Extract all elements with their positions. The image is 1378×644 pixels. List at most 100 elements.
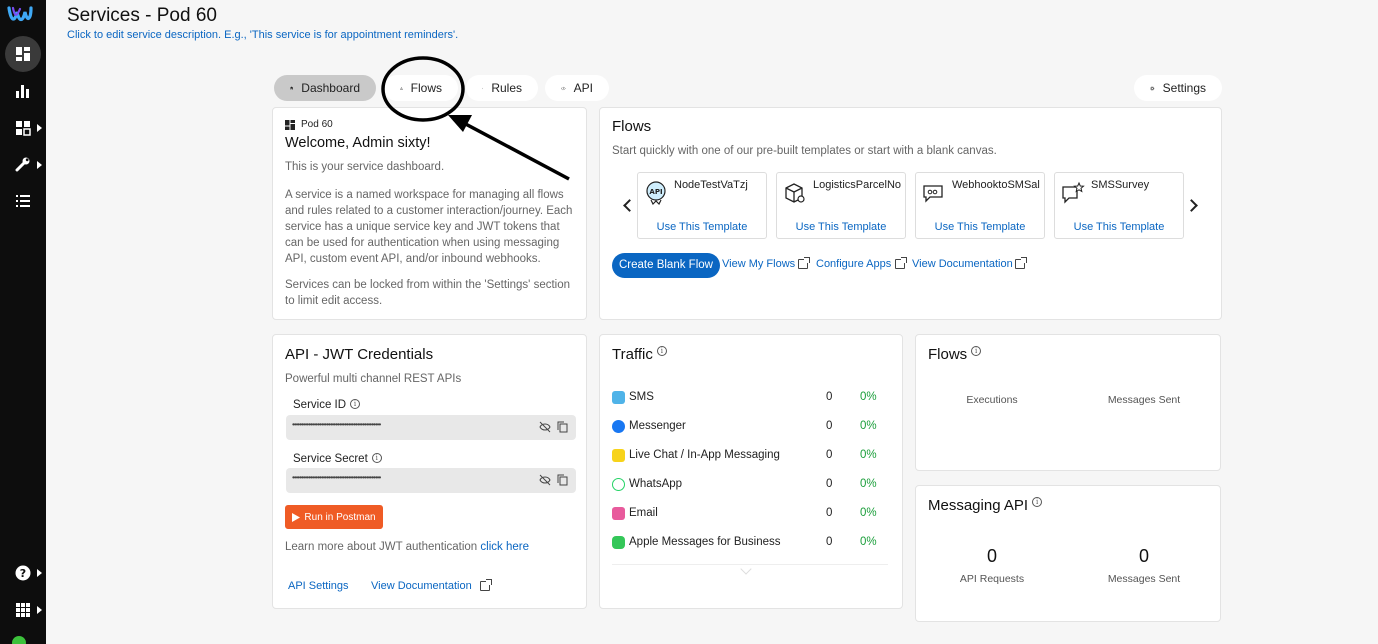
click-here-link[interactable]: click here — [480, 541, 529, 553]
shuffle-icon — [482, 87, 484, 89]
use-template-link[interactable]: Use This Template — [777, 221, 905, 233]
welcome-paragraph-2: Services can be locked from within the '… — [285, 279, 571, 307]
tab-dashboard[interactable]: Dashboard — [274, 75, 376, 101]
messenger-icon — [612, 420, 625, 433]
rail-dashboard-item[interactable] — [0, 36, 46, 72]
tab-flows[interactable]: Flows — [384, 75, 458, 101]
traffic-channel-label: Messenger — [629, 420, 686, 432]
tab-dashboard-label: Dashboard — [301, 81, 360, 95]
sms-icon — [612, 391, 625, 404]
settings-button[interactable]: Settings — [1134, 75, 1222, 101]
info-icon[interactable]: i — [971, 346, 982, 356]
flows-messages-sent-label: Messages Sent — [1107, 394, 1181, 406]
rail-analytics-item[interactable] — [0, 74, 46, 108]
copy-icon[interactable] — [557, 474, 568, 486]
template-name: WebhooktoSMSal — [952, 179, 1040, 191]
rail-tools-expand-icon[interactable] — [37, 161, 42, 169]
configure-apps-link[interactable]: Configure Apps — [816, 258, 891, 270]
welcome-card: Pod 60 Welcome, Admin sixty! This is you… — [272, 107, 587, 320]
flows-card-heading: Flows — [612, 118, 652, 135]
svg-text:?: ? — [20, 567, 26, 580]
traffic-channel-label: Apple Messages for Business — [629, 536, 781, 548]
traffic-row: Live Chat / In-App Messaging 0 0% — [612, 448, 882, 466]
dashboard-icon — [16, 47, 30, 61]
tab-rules-label: Rules — [491, 81, 522, 95]
webex-logo-icon[interactable] — [7, 4, 33, 24]
help-icon: ? — [15, 565, 31, 581]
rail-apps-expand-icon[interactable] — [37, 124, 42, 132]
service-secret-field[interactable]: ••••••••••••••••••••••••••••••••••••••••… — [286, 468, 576, 493]
presence-status-icon — [12, 636, 26, 644]
apps-icon — [16, 121, 31, 136]
copy-icon[interactable] — [557, 421, 568, 433]
traffic-row: Apple Messages for Business 0 0% — [612, 535, 882, 553]
flows-card-description: Start quickly with one of our pre-built … — [612, 145, 997, 157]
info-icon[interactable]: i — [656, 346, 667, 356]
traffic-percent: 0% — [860, 420, 877, 432]
jwt-view-documentation-link[interactable]: View Documentation — [371, 580, 472, 592]
traffic-count: 0 — [826, 420, 833, 432]
parcel-icon — [785, 183, 805, 203]
traffic-expand-icon[interactable] — [740, 563, 752, 575]
jwt-credentials-card: API - JWT Credentials Powerful multi cha… — [272, 334, 587, 609]
traffic-heading: Traffic i — [612, 346, 667, 363]
template-tile[interactable]: WebhooktoSMSal Use This Template — [915, 172, 1045, 239]
rail-grid-expand-icon[interactable] — [37, 606, 42, 614]
create-blank-flow-button[interactable]: Create Blank Flow — [612, 253, 720, 278]
grid-icon — [16, 603, 30, 617]
traffic-percent: 0% — [860, 478, 877, 490]
service-id-field[interactable]: ••••••••••••••••••••••••••••••••••••••••… — [286, 415, 576, 440]
tab-rules[interactable]: Rules — [466, 75, 538, 101]
use-template-link[interactable]: Use This Template — [1055, 221, 1183, 233]
api-settings-link[interactable]: API Settings — [288, 580, 349, 592]
page-title[interactable]: Services - Pod 60 — [67, 5, 217, 27]
traffic-count: 0 — [826, 507, 833, 519]
welcome-intro: This is your service dashboard. — [285, 161, 445, 173]
info-icon[interactable]: i — [350, 399, 361, 409]
external-link-icon — [1015, 257, 1027, 269]
run-in-postman-button[interactable]: Run in Postman — [285, 505, 383, 529]
traffic-row: Messenger 0 0% — [612, 419, 882, 437]
view-documentation-link[interactable]: View Documentation — [912, 258, 1013, 270]
service-description-link[interactable]: Click to edit service description. E.g.,… — [67, 29, 458, 41]
tab-api[interactable]: API — [545, 75, 609, 101]
traffic-card: Traffic i SMS 0 0% Messenger 0 0% Live Ch… — [599, 334, 903, 609]
pod-name: Pod 60 — [301, 119, 333, 130]
tab-flows-label: Flows — [410, 81, 442, 95]
settings-label: Settings — [1162, 81, 1206, 95]
hide-eye-icon[interactable] — [539, 421, 551, 433]
view-my-flows-link[interactable]: View My Flows — [722, 258, 795, 270]
info-icon[interactable]: i — [371, 453, 382, 463]
messages-sent-value: 0 — [1138, 546, 1149, 566]
flows-stats-card: Flows i Executions Messages Sent — [915, 334, 1221, 471]
service-secret-label: Service Secret i — [293, 453, 382, 465]
gear-icon — [1150, 86, 1155, 90]
hide-eye-icon[interactable] — [539, 474, 551, 486]
template-tile[interactable]: SMSSurvey Use This Template — [1054, 172, 1184, 239]
traffic-percent: 0% — [860, 391, 877, 403]
template-tile[interactable]: API NodeTestVaTzj Use This Template — [637, 172, 767, 239]
flows-stats-heading: Flows i — [928, 346, 982, 363]
rail-help-expand-icon[interactable] — [37, 569, 42, 577]
email-icon — [612, 507, 625, 520]
use-template-link[interactable]: Use This Template — [638, 221, 766, 233]
traffic-channel-label: WhatsApp — [629, 478, 683, 490]
info-icon[interactable]: i — [1032, 497, 1043, 507]
messaging-api-heading: Messaging API i — [928, 497, 1043, 514]
traffic-count: 0 — [826, 536, 833, 548]
pod-icon — [285, 120, 295, 130]
left-rail: ? — [0, 0, 46, 644]
external-link-icon — [895, 257, 907, 269]
traffic-channel-label: Email — [629, 507, 658, 519]
template-tile[interactable]: LogisticsParcelNo Use This Template — [776, 172, 906, 239]
run-in-postman-label: Run in Postman — [304, 511, 376, 523]
traffic-row: WhatsApp 0 0% — [612, 477, 882, 495]
api-bot-icon: API — [646, 181, 666, 205]
analytics-icon — [16, 85, 29, 98]
api-requests-value: 0 — [986, 546, 997, 566]
messaging-api-card: Messaging API i 0 API Requests 0 Messages… — [915, 485, 1221, 622]
rail-list-item[interactable] — [0, 184, 46, 218]
welcome-heading: Welcome, Admin sixty! — [285, 135, 431, 151]
template-name: SMSSurvey — [1091, 179, 1150, 191]
use-template-link[interactable]: Use This Template — [916, 221, 1044, 233]
